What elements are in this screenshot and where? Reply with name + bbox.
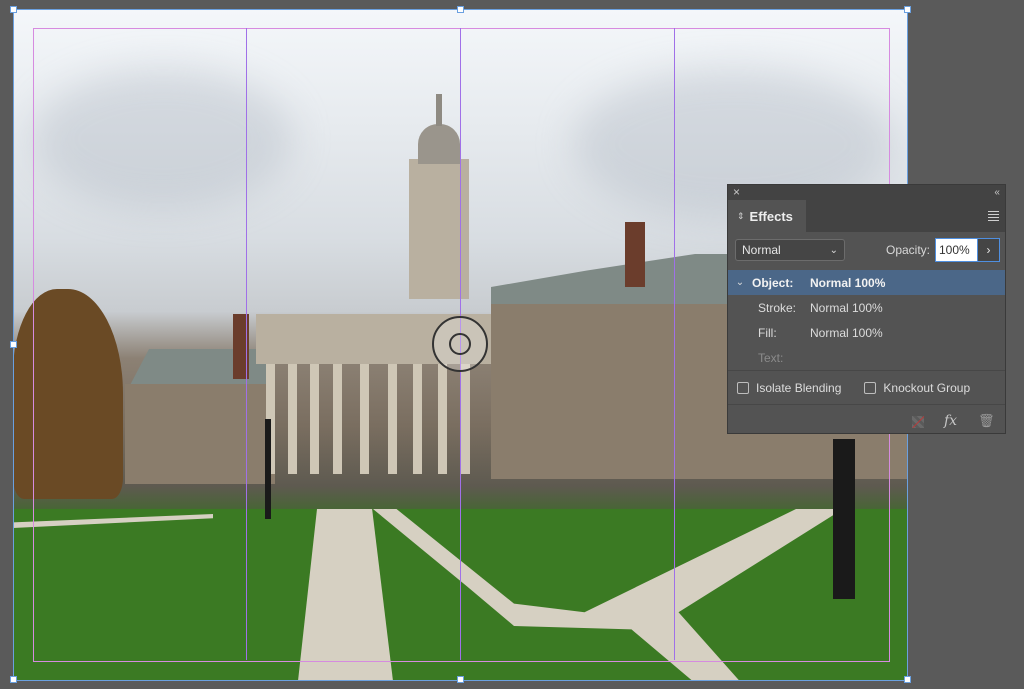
- effects-row-fill[interactable]: Fill: Normal 100%: [728, 320, 1005, 345]
- panel-menu-icon[interactable]: [988, 211, 999, 223]
- tab-effects-label: Effects: [749, 208, 793, 224]
- row-value: Normal 100%: [810, 325, 883, 340]
- column: [333, 364, 342, 474]
- resize-handle-top[interactable]: [457, 6, 464, 13]
- knockout-group-label[interactable]: Knockout Group: [883, 381, 970, 395]
- collapse-icon[interactable]: ‹‹: [994, 185, 1000, 200]
- panel-tab-bar: ⇕ Effects: [728, 200, 1005, 232]
- updown-arrows-icon: ⇕: [737, 210, 745, 221]
- column: [310, 364, 319, 474]
- content-grabber[interactable]: [432, 316, 488, 372]
- opacity-input[interactable]: [935, 238, 978, 262]
- panel-footer: fx 🗑: [728, 405, 1005, 435]
- opacity-slider-button[interactable]: ›: [978, 238, 1000, 262]
- row-value: Normal 100%: [810, 275, 886, 290]
- tower-dome: [418, 124, 460, 164]
- resize-handle-bottom-left[interactable]: [10, 676, 17, 683]
- row-value: Normal 100%: [810, 300, 883, 315]
- column: [413, 364, 422, 474]
- row-name: Text:: [758, 350, 784, 365]
- lamp-post: [265, 419, 271, 519]
- tree: [13, 289, 123, 499]
- column: [288, 364, 297, 474]
- effects-row-text: Text:: [728, 345, 1005, 370]
- chevron-down-icon: ⌄: [829, 244, 838, 256]
- resize-handle-bottom-right[interactable]: [904, 676, 911, 683]
- trash-icon[interactable]: 🗑: [978, 413, 995, 429]
- resize-handle-bottom[interactable]: [457, 676, 464, 683]
- close-icon[interactable]: ×: [733, 185, 740, 200]
- knockout-group-checkbox[interactable]: [864, 381, 877, 394]
- row-name: Object:: [752, 275, 794, 290]
- column: [360, 364, 369, 474]
- chimney: [625, 222, 645, 287]
- blend-mode-dropdown[interactable]: Normal ⌄: [735, 239, 845, 261]
- isolate-blending-checkbox[interactable]: [737, 381, 749, 394]
- group-options: Isolate Blending Knockout Group: [728, 371, 1005, 404]
- lamp-post: [833, 439, 855, 599]
- column-guide: [674, 28, 675, 660]
- panel-title-bar[interactable]: × ‹‹: [728, 185, 1005, 200]
- effects-row-object[interactable]: ⌄ Object: Normal 100%: [728, 270, 1005, 295]
- effects-row-stroke[interactable]: Stroke: Normal 100%: [728, 295, 1005, 320]
- resize-handle-top-right[interactable]: [904, 6, 911, 13]
- resize-handle-top-left[interactable]: [10, 6, 17, 13]
- blend-mode-value: Normal: [742, 243, 781, 257]
- building-wing-left: [125, 384, 275, 484]
- tower-spire: [436, 94, 442, 126]
- opacity-label: Opacity:: [886, 243, 931, 257]
- column: [461, 364, 470, 474]
- roof: [491, 254, 731, 309]
- fx-icon[interactable]: fx: [944, 413, 957, 429]
- row-name: Fill:: [758, 325, 777, 340]
- content-grabber-center: [449, 333, 471, 355]
- effects-panel: × ‹‹ ⇕ Effects Normal ⌄ Opacity: › ⌄ Obj…: [727, 184, 1006, 434]
- resize-handle-left[interactable]: [10, 341, 17, 348]
- chevron-down-icon[interactable]: ⌄: [728, 277, 752, 288]
- tab-effects[interactable]: ⇕ Effects: [728, 200, 806, 232]
- column-guide: [246, 28, 247, 660]
- chevron-right-icon: ›: [986, 243, 991, 257]
- row-name: Stroke:: [758, 300, 797, 315]
- clear-effects-icon[interactable]: [912, 416, 924, 428]
- blend-controls: Normal ⌄ Opacity: ›: [728, 232, 1005, 270]
- cloud: [33, 69, 293, 209]
- column: [388, 364, 397, 474]
- column: [438, 364, 447, 474]
- isolate-blending-label[interactable]: Isolate Blending: [756, 381, 841, 395]
